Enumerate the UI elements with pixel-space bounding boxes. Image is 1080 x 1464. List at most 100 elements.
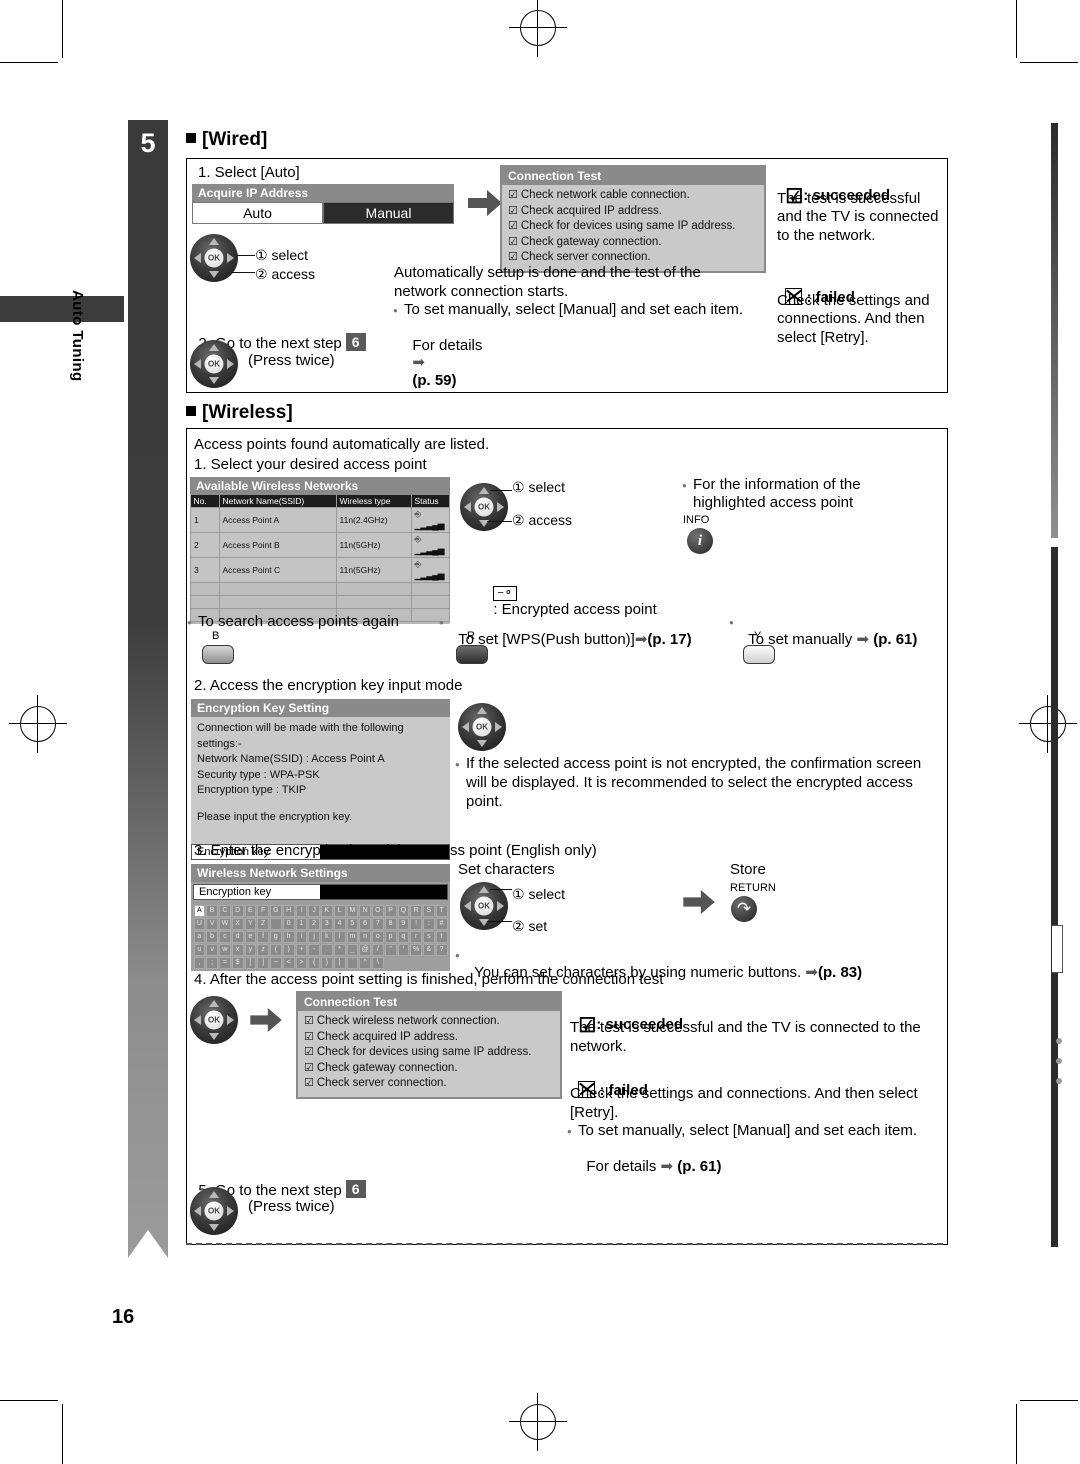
arrow-up-icon[interactable] <box>209 1191 219 1198</box>
key[interactable]: A <box>193 904 206 917</box>
key[interactable]: 8 <box>384 917 397 930</box>
arrow-down-icon[interactable] <box>477 740 487 747</box>
key[interactable]: X <box>231 917 244 930</box>
arrow-down-icon[interactable] <box>209 271 219 278</box>
arrow-left-icon[interactable] <box>462 722 469 732</box>
key[interactable]: k <box>321 930 333 943</box>
arrow-right-icon[interactable] <box>227 1015 234 1025</box>
arrow-up-icon[interactable] <box>209 1000 219 1007</box>
key[interactable]: 0 <box>282 917 295 930</box>
key[interactable]: i <box>295 930 308 943</box>
table-row[interactable]: 2 Access Point B 11n(5GHz) ⎆ ▁▂▃▄▅ <box>190 532 450 558</box>
key[interactable]: S <box>423 904 435 917</box>
key[interactable]: - <box>308 943 320 956</box>
key[interactable]: w <box>219 943 231 956</box>
key[interactable]: q <box>397 930 410 943</box>
key[interactable]: E <box>244 904 257 917</box>
arrow-left-icon[interactable] <box>464 901 471 911</box>
option-manual[interactable]: Manual <box>323 202 454 224</box>
key[interactable]: # <box>435 917 448 930</box>
key[interactable]: 4 <box>333 917 346 930</box>
key[interactable]: x <box>231 943 244 956</box>
key[interactable]: f <box>257 930 269 943</box>
key[interactable]: d <box>231 930 244 943</box>
arrow-up-icon[interactable] <box>479 487 489 494</box>
key[interactable]: \ <box>372 956 384 969</box>
key[interactable]: G <box>270 904 282 917</box>
yellow-button[interactable] <box>743 645 775 664</box>
info-icon[interactable]: i <box>687 528 713 554</box>
arrow-right-icon[interactable] <box>227 359 234 369</box>
key[interactable]: ; <box>206 956 218 969</box>
key[interactable]: _ <box>346 943 359 956</box>
key[interactable]: / <box>372 943 384 956</box>
key[interactable]: 6 <box>359 917 371 930</box>
arrow-right-icon[interactable] <box>497 502 504 512</box>
key[interactable]: R <box>410 904 422 917</box>
key[interactable]: 5 <box>346 917 359 930</box>
ok-pad-control[interactable]: OK <box>190 234 238 282</box>
key[interactable]: K <box>321 904 333 917</box>
key[interactable]: W <box>219 917 231 930</box>
key-space[interactable] <box>270 917 282 930</box>
key[interactable]: [ <box>244 956 257 969</box>
arrow-right-icon[interactable] <box>497 901 504 911</box>
key[interactable]: y <box>244 943 257 956</box>
red-button[interactable] <box>456 645 488 664</box>
key[interactable]: 1 <box>295 917 308 930</box>
key[interactable]: 9 <box>397 917 410 930</box>
key[interactable]: t <box>435 930 448 943</box>
encryption-key-field[interactable]: Encryption key <box>193 884 448 900</box>
ok-pad-control[interactable]: OK <box>190 340 238 388</box>
arrow-left-icon[interactable] <box>194 1206 201 1216</box>
key[interactable]: ( <box>270 943 282 956</box>
key[interactable]: l <box>333 930 346 943</box>
key[interactable]: , <box>193 956 206 969</box>
key[interactable]: N <box>359 904 371 917</box>
key[interactable]: o <box>372 930 384 943</box>
key[interactable]: H <box>282 904 295 917</box>
arrow-left-icon[interactable] <box>464 502 471 512</box>
key[interactable]: ) <box>282 943 295 956</box>
key[interactable]: b <box>206 930 218 943</box>
blue-button[interactable] <box>202 645 234 664</box>
arrow-down-icon[interactable] <box>209 1224 219 1231</box>
key[interactable]: I <box>295 904 308 917</box>
key[interactable]: } <box>321 956 333 969</box>
table-row-empty[interactable] <box>190 582 450 596</box>
ok-button[interactable]: OK <box>204 1010 224 1030</box>
key[interactable]: g <box>270 930 282 943</box>
key[interactable]: p <box>384 930 397 943</box>
key[interactable]: . <box>321 943 333 956</box>
key[interactable]: + <box>295 943 308 956</box>
key[interactable]: 2 <box>308 917 320 930</box>
key[interactable]: $ <box>231 956 244 969</box>
key[interactable]: = <box>219 956 231 969</box>
ok-button[interactable]: OK <box>474 497 494 517</box>
key[interactable]: 3 <box>321 917 333 930</box>
return-icon[interactable]: ↷ <box>731 896 757 922</box>
key[interactable]: ^ <box>359 956 371 969</box>
key[interactable]: r <box>410 930 422 943</box>
key[interactable]: c <box>219 930 231 943</box>
key[interactable]: Q <box>397 904 410 917</box>
ok-button[interactable]: OK <box>204 248 224 268</box>
key[interactable]: m <box>346 930 359 943</box>
field-value[interactable] <box>320 885 447 899</box>
arrow-right-icon[interactable] <box>495 722 502 732</box>
arrow-right-icon[interactable] <box>227 253 234 263</box>
onscreen-keyboard[interactable]: ABCDEFGHIJKLMNOPQRST UVWXYZ 0 1 2 3 4 5 6 7 8 9!:… <box>191 902 450 971</box>
key[interactable]: * <box>333 943 346 956</box>
ok-pad-control[interactable]: OK <box>190 996 238 1044</box>
key[interactable]: h <box>282 930 295 943</box>
key[interactable]: : <box>423 917 435 930</box>
arrow-down-icon[interactable] <box>209 377 219 384</box>
arrow-left-icon[interactable] <box>194 1015 201 1025</box>
option-auto[interactable]: Auto <box>192 202 323 224</box>
key[interactable]: Y <box>244 917 257 930</box>
key[interactable]: C <box>219 904 231 917</box>
key[interactable]: s <box>423 930 435 943</box>
key[interactable]: ~ <box>270 956 282 969</box>
key[interactable]: J <box>308 904 320 917</box>
key[interactable]: ! <box>410 917 422 930</box>
